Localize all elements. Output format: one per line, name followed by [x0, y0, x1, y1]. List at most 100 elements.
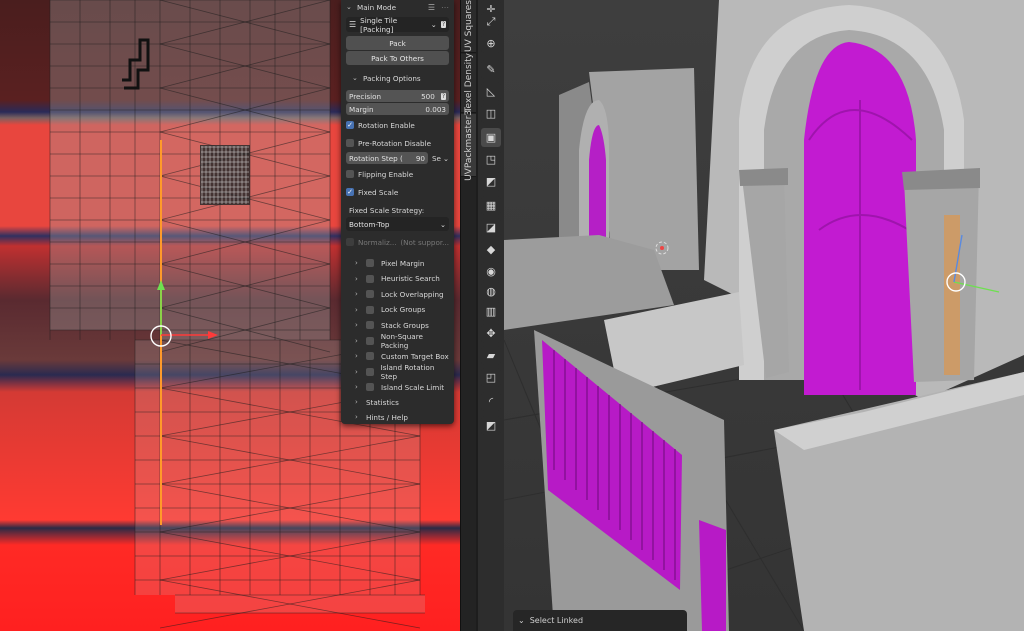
right-column[interactable] [904, 172, 979, 382]
rip-icon[interactable]: ◰ [481, 368, 501, 387]
section-lock-overlapping[interactable]: › Lock Overlapping [346, 288, 449, 300]
section-label: Lock Groups [381, 305, 426, 314]
section-island-scale-limit[interactable]: › Island Scale Limit [346, 381, 449, 393]
packing-options-header[interactable]: ⌄ Packing Options [346, 72, 449, 84]
chevron-right-icon: › [355, 398, 358, 406]
section-pixel-margin[interactable]: › Pixel Margin [346, 257, 449, 269]
chevron-right-icon: › [355, 383, 358, 391]
check-icon: ✓ [346, 121, 354, 129]
pre-rotation-checkbox[interactable]: Pre-Rotation Disable [346, 137, 449, 149]
chevron-right-icon: › [355, 336, 358, 345]
margin-label: Margin [349, 104, 374, 114]
section-island-rotation-step[interactable]: › Island Rotation Step [346, 362, 449, 381]
fixed-scale-checkbox[interactable]: ✓ Fixed Scale [346, 186, 449, 198]
tab-uv-squares[interactable]: UV Squares [461, 0, 476, 53]
spin-icon[interactable]: ◉ [481, 262, 501, 281]
chevron-down-icon[interactable]: ⌄ [443, 154, 449, 163]
target-icon[interactable]: ⊕ [481, 34, 501, 53]
statistics-header[interactable]: › Statistics [346, 396, 449, 408]
checkbox-box[interactable] [366, 290, 374, 298]
flipping-label: Flipping Enable [358, 169, 414, 179]
precision-label: Precision [349, 91, 382, 101]
section-heuristic-search[interactable]: › Heuristic Search [346, 273, 449, 285]
annotate-icon[interactable]: ✎ [481, 60, 501, 79]
section-stack-groups[interactable]: › Stack Groups [346, 319, 449, 331]
checkbox-box [346, 170, 354, 178]
checkbox-box[interactable] [365, 336, 374, 345]
extrude-icon[interactable]: ▣ [481, 128, 501, 147]
tab-uv-squares-label: UV Squares [463, 0, 474, 52]
uv-dense-island[interactable] [200, 145, 250, 205]
main-mode-label: Main Mode [357, 2, 397, 12]
normalize-checkbox[interactable]: Normaliz... (Not suppor... [346, 236, 449, 248]
pre-rotation-label: Pre-Rotation Disable [358, 138, 432, 148]
tab-uvpackmaster3-label: UVPackmaster3 [463, 109, 474, 181]
tab-texel-density[interactable]: Texel Density [461, 53, 476, 113]
knife-icon[interactable]: ◪ [481, 218, 501, 237]
poly-build-icon[interactable]: ◆ [481, 240, 501, 259]
chevron-down-icon: ⌄ [346, 3, 352, 11]
selected-face[interactable] [944, 215, 960, 375]
checkbox-box[interactable] [366, 352, 374, 360]
smooth-icon[interactable]: ◍ [481, 282, 501, 301]
precision-value: 500 [421, 91, 435, 101]
checkbox-box[interactable] [365, 367, 374, 376]
bevel-icon[interactable]: ◩ [481, 172, 501, 191]
chevron-right-icon: › [355, 367, 358, 376]
measure-icon[interactable]: ◺ [481, 82, 501, 101]
main-mode-header[interactable]: ⌄ Main Mode ☰ ⋯ [346, 2, 449, 12]
chevron-down-icon: ⌄ [518, 616, 525, 625]
checkbox-box[interactable] [366, 305, 374, 314]
tab-uvpackmaster3[interactable]: UVPackmaster3 [461, 110, 476, 180]
section-label: Custom Target Box [381, 351, 449, 361]
add-cube-icon[interactable]: ◫ [481, 104, 501, 123]
viewport-scene[interactable] [504, 0, 1024, 631]
chevron-right-icon: › [355, 290, 358, 298]
rotation-step-field[interactable]: Rotation Step ( 90 [346, 152, 428, 164]
mode-dropdown[interactable]: ☰ Single Tile [Packing] ⌄ ? [346, 16, 449, 34]
chevron-right-icon: › [355, 413, 358, 421]
pack-button[interactable]: Pack [346, 36, 449, 50]
checkbox-box[interactable] [366, 383, 374, 391]
fixed-scale-strategy-dropdown[interactable]: Bottom-Top ⌄ [346, 217, 449, 231]
edge-slide-icon[interactable]: ▥ [481, 302, 501, 321]
pack-to-others-button[interactable]: Pack To Others [346, 51, 449, 65]
drag-handle-icon[interactable]: ⋯ [441, 3, 449, 12]
section-label: Island Rotation Step [380, 362, 435, 381]
balustrade-post[interactable] [699, 520, 726, 631]
section-label: Stack Groups [381, 320, 429, 330]
inset-icon[interactable]: ◳ [481, 150, 501, 169]
checkbox-box[interactable] [366, 274, 374, 283]
fixed-scale-strategy-label: Fixed Scale Strategy: [349, 205, 425, 215]
3d-viewport[interactable] [504, 0, 1024, 631]
checkbox-box[interactable] [366, 321, 374, 329]
scale-box-icon[interactable]: ⤢ [481, 12, 501, 31]
last-operator-label: Select Linked [529, 616, 584, 625]
margin-field[interactable]: Margin 0.003 [346, 103, 449, 115]
shrink-icon[interactable]: ✥ [481, 324, 501, 343]
precision-field[interactable]: Precision 500 ? [346, 90, 449, 102]
section-label: Non-Square Packing [380, 331, 423, 350]
flipping-checkbox[interactable]: Flipping Enable [346, 168, 449, 180]
shear-icon[interactable]: ▰ [481, 346, 501, 365]
rotation-enable-checkbox[interactable]: ✓ Rotation Enable [346, 119, 449, 131]
transform-icon[interactable]: ◜ [481, 392, 501, 411]
tool-shelf: ✛ ⤢ ⊕ ✎ ◺ ◫ ▣ ◳ ◩ ▦ ◪ ◆ ◉ ◍ ▥ ✥ ▰ ◰ ◜ ◩ [478, 0, 504, 631]
chevron-down-icon: ⌄ [430, 20, 437, 29]
loop-cut-icon[interactable]: ▦ [481, 196, 501, 215]
last-operator-panel[interactable]: ⌄ Select Linked [513, 610, 687, 631]
uv-island-left[interactable] [50, 0, 160, 330]
uv-island-strip[interactable] [175, 595, 425, 613]
grab-icon[interactable]: ◩ [481, 416, 501, 435]
list-icon[interactable]: ☰ [428, 3, 435, 12]
uvpackmaster-panel: ⌄ Main Mode ☰ ⋯ ☰ Single Tile [Packing] … [341, 0, 454, 424]
menu-icon: ☰ [349, 20, 357, 29]
hints-header[interactable]: › Hints / Help [346, 411, 449, 423]
checkbox-box[interactable] [366, 259, 374, 267]
help-icon[interactable]: ? [440, 92, 446, 100]
help-icon[interactable]: ? [440, 21, 446, 28]
section-non-square-packing[interactable]: › Non-Square Packing [346, 331, 449, 350]
normalize-label: Normaliz... [358, 237, 397, 247]
section-custom-target-box[interactable]: › Custom Target Box [346, 350, 449, 362]
section-lock-groups[interactable]: › Lock Groups [346, 304, 449, 316]
